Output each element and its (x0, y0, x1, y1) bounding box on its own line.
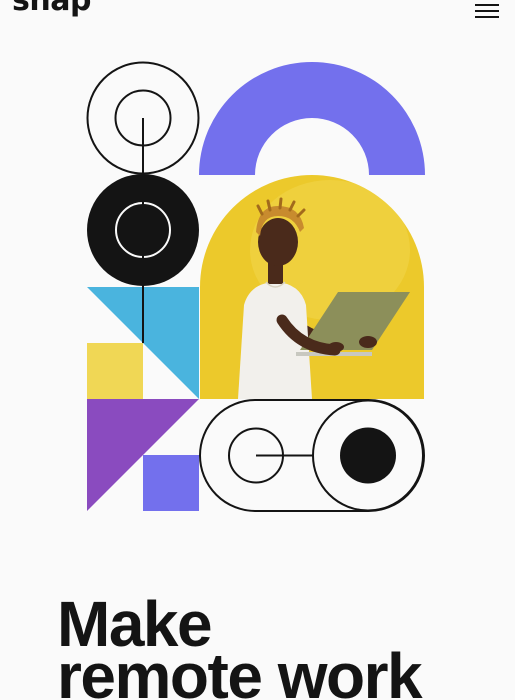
violet-arch-shape (199, 62, 425, 175)
headline-line-2: remote work (57, 640, 423, 700)
hero-headline: Make remote work (57, 592, 423, 700)
page: snap Make remote work (0, 0, 515, 700)
hero-illustration (86, 61, 425, 512)
violet-square-shape (143, 455, 199, 511)
yellow-square-shape (87, 343, 143, 399)
photo-arch (200, 175, 424, 399)
pill-toggle-shape (199, 399, 425, 512)
